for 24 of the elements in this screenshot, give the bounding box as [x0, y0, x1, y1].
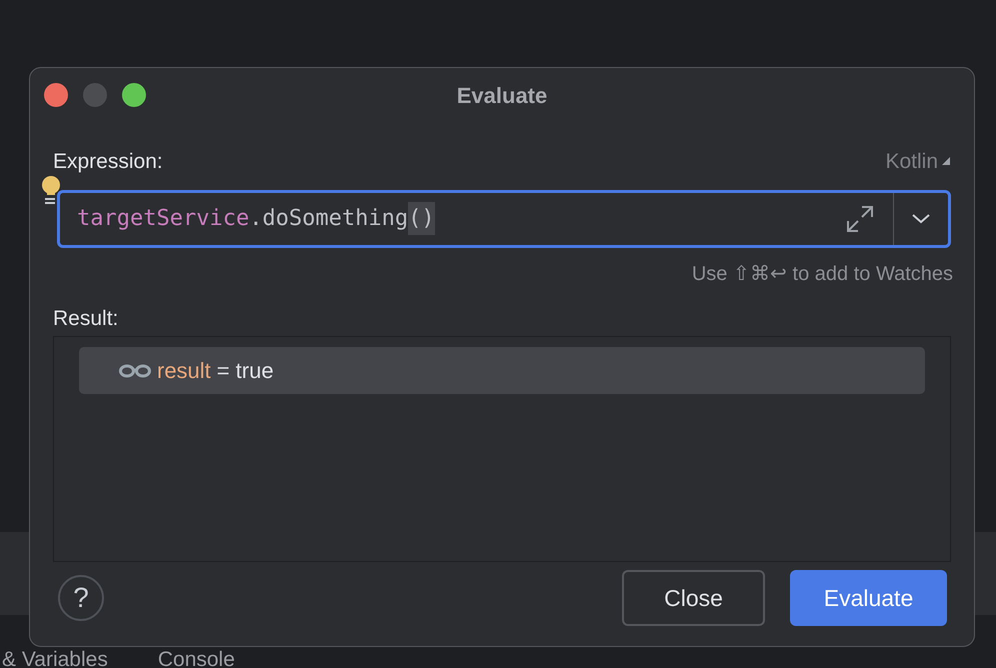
- evaluate-button[interactable]: Evaluate: [790, 570, 947, 626]
- result-row[interactable]: result = true: [79, 347, 925, 394]
- equals-sign: =: [216, 357, 230, 385]
- variable-name: result: [157, 357, 211, 385]
- help-button[interactable]: ?: [58, 575, 104, 621]
- expression-field[interactable]: targetService.doSomething(): [57, 190, 951, 248]
- code-token: targetService: [77, 205, 250, 233]
- zoom-window-button[interactable]: [122, 83, 146, 107]
- history-dropdown-icon[interactable]: [912, 214, 930, 224]
- window-title: Evaluate: [456, 82, 548, 110]
- close-button[interactable]: Close: [622, 570, 765, 626]
- code-token: .doSomething: [249, 205, 408, 233]
- tool-window-tab[interactable]: & Variables: [2, 649, 108, 668]
- expression-label: Expression:: [53, 149, 163, 175]
- result-label: Result:: [53, 306, 118, 332]
- expand-icon[interactable]: [845, 204, 875, 234]
- hint-text: Use ⇧⌘↩ to add to Watches: [692, 262, 953, 286]
- caret-icon: [942, 157, 951, 166]
- variable-value: true: [236, 357, 274, 385]
- tool-window-tab[interactable]: Console: [158, 649, 235, 668]
- code-token: (): [408, 202, 435, 235]
- language-dropdown[interactable]: Kotlin: [885, 146, 951, 178]
- close-window-button[interactable]: [44, 83, 68, 107]
- glasses-icon: [119, 364, 151, 378]
